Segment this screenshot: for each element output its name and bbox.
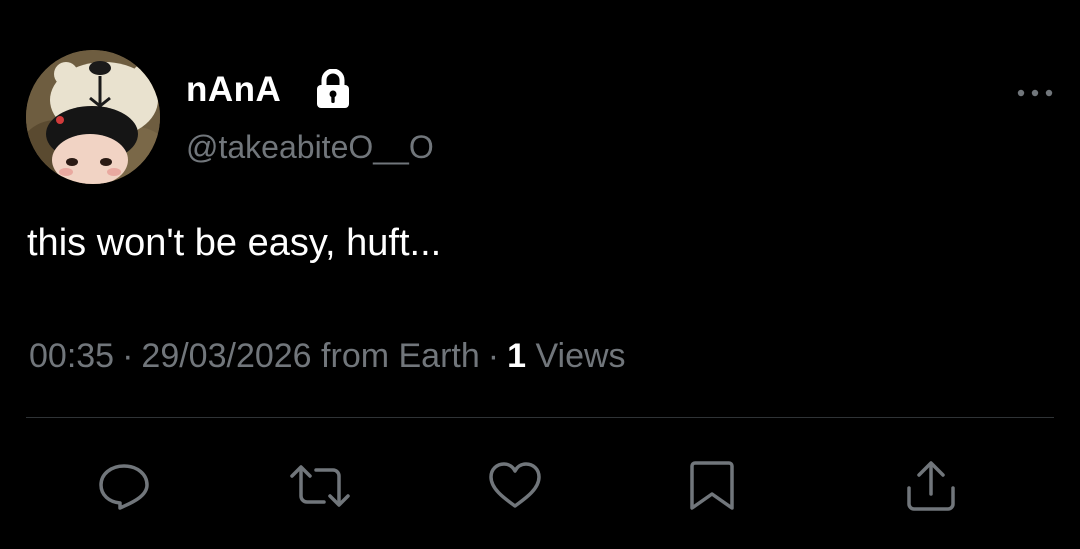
reply-icon	[99, 464, 149, 510]
views-label: Views	[535, 337, 626, 375]
tweet-source: from Earth	[321, 337, 480, 375]
views-count: 1	[507, 337, 527, 375]
separator: ·	[487, 337, 500, 375]
separator: ·	[122, 337, 134, 375]
heart-icon	[489, 462, 541, 508]
lock-icon	[314, 68, 352, 109]
tweet-detail: nAnA @takeabiteO__O this won't be easy, …	[0, 0, 1080, 549]
tweet-metadata: 00:35 · 29/03/2026 from Earth · 1 Views	[29, 334, 626, 378]
bookmark-icon	[690, 461, 734, 510]
tweet-date[interactable]: 29/03/2026	[141, 337, 311, 375]
like-button[interactable]	[487, 460, 543, 512]
bookmark-button[interactable]	[684, 460, 740, 512]
retweet-icon	[290, 465, 350, 507]
share-button[interactable]	[903, 460, 959, 512]
tweet-time[interactable]: 00:35	[29, 337, 114, 375]
reply-button[interactable]	[96, 460, 152, 512]
divider	[26, 417, 1054, 418]
more-horizontal-icon[interactable]	[1016, 83, 1054, 103]
tweet-text: this won't be easy, huft...	[27, 222, 442, 264]
retweet-button[interactable]	[288, 460, 350, 512]
display-name[interactable]: nAnA	[186, 68, 281, 112]
avatar[interactable]	[26, 50, 160, 184]
share-icon	[907, 461, 955, 511]
user-handle[interactable]: @takeabiteO__O	[186, 127, 434, 167]
